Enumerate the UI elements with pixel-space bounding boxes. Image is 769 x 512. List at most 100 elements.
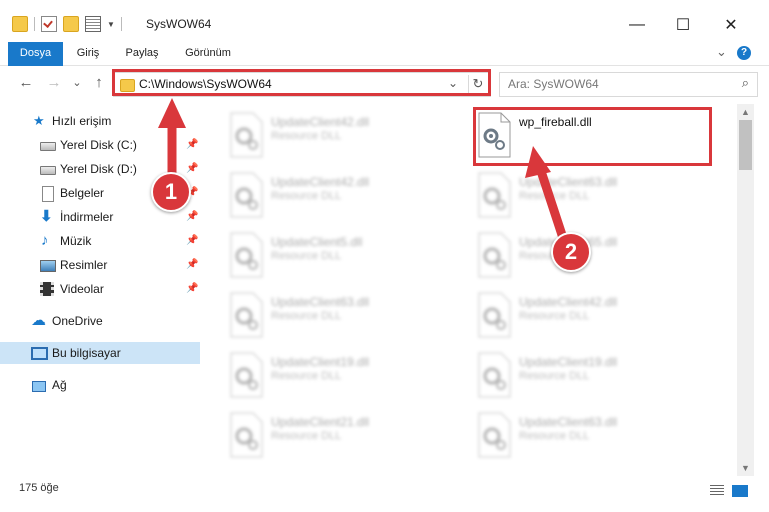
vertical-scrollbar[interactable]: ▲ ▼ xyxy=(737,104,754,476)
minimize-button[interactable]: — xyxy=(614,10,660,40)
scrollbar-thumb[interactable] xyxy=(739,120,752,170)
dll-file-icon xyxy=(478,232,511,278)
item-count: 175 öğe xyxy=(19,482,59,494)
file-type: Resource DLL xyxy=(271,250,342,262)
back-button[interactable]: ← xyxy=(17,74,35,92)
folder-icon[interactable] xyxy=(12,16,28,32)
sidebar-item-label: Hızlı erişim xyxy=(52,114,112,128)
file-name: UpdateClient42.dll xyxy=(271,115,370,129)
dll-file-icon xyxy=(230,172,263,218)
dll-file-icon xyxy=(478,292,511,338)
sidebar-item-label: Ağ xyxy=(52,378,67,392)
properties-checkmark-icon[interactable] xyxy=(41,16,57,32)
file-item[interactable]: UpdateClient42.dll Resource DLL xyxy=(227,170,467,228)
pin-icon[interactable]: 📌 xyxy=(186,163,198,174)
sidebar-item-network[interactable]: Ağ xyxy=(0,374,200,396)
search-icon[interactable]: ⌕ xyxy=(742,75,749,91)
close-button[interactable]: ✕ xyxy=(708,10,754,40)
pin-icon[interactable]: 📌 xyxy=(186,235,198,246)
sidebar-item-videos[interactable]: Videolar 📌 xyxy=(0,278,200,300)
quick-access-toolbar: ▼ xyxy=(12,16,122,32)
file-type: Resource DLL xyxy=(519,190,590,202)
pin-icon[interactable]: 📌 xyxy=(186,139,198,150)
pin-icon[interactable]: 📌 xyxy=(186,259,198,270)
file-item[interactable]: UpdateClient63.dll Resource DLL xyxy=(475,410,715,468)
toolbar-separator xyxy=(120,17,122,31)
downloads-icon: ⬇ xyxy=(40,208,53,225)
file-item[interactable]: UpdateClient5.dll Resource DLL xyxy=(227,230,467,288)
address-highlight-box xyxy=(112,69,491,96)
pin-icon[interactable]: 📌 xyxy=(186,211,198,222)
properties-icon[interactable] xyxy=(85,16,101,32)
sidebar-item-this-pc[interactable]: Bu bilgisayar xyxy=(0,342,200,364)
music-icon: ♪ xyxy=(41,232,49,249)
file-item[interactable]: UpdateClient65.dll Resource DLL xyxy=(475,230,715,288)
scroll-down-icon[interactable]: ▼ xyxy=(737,460,754,476)
help-icon[interactable]: ? xyxy=(737,46,751,60)
dll-file-icon xyxy=(230,232,263,278)
large-icons-view-icon[interactable] xyxy=(732,485,748,497)
file-item[interactable]: UpdateClient19.dll Resource DLL xyxy=(475,350,715,408)
dll-file-icon xyxy=(478,412,511,458)
sidebar-item-quick-access[interactable]: ★ Hızlı erişim xyxy=(0,110,200,132)
star-icon: ★ xyxy=(33,113,45,128)
file-name: UpdateClient42.dll xyxy=(519,295,618,309)
tab-home[interactable]: Giriş xyxy=(66,42,110,65)
sidebar-item-onedrive[interactable]: ☁ OneDrive xyxy=(0,310,200,332)
file-item[interactable]: UpdateClient42.dll Resource DLL xyxy=(227,110,467,168)
sidebar-item-label: Bu bilgisayar xyxy=(52,346,121,360)
pin-icon[interactable]: 📌 xyxy=(186,283,198,294)
file-name: UpdateClient63.dll xyxy=(519,415,618,429)
file-item[interactable]: UpdateClient63.dll Resource DLL xyxy=(475,170,715,228)
search-box[interactable]: Ara: SysWOW64 ⌕ xyxy=(499,72,758,97)
sidebar-item-music[interactable]: ♪ Müzik 📌 xyxy=(0,230,200,252)
sidebar-item-label: Müzik xyxy=(60,234,92,248)
up-button[interactable]: ↑ xyxy=(90,74,108,92)
file-type: Resource DLL xyxy=(271,130,342,142)
sidebar-item-label: Resimler xyxy=(60,258,108,272)
tab-view[interactable]: Görünüm xyxy=(176,42,240,65)
callout-1-badge: 1 xyxy=(151,172,191,212)
file-item[interactable]: UpdateClient42.dll Resource DLL xyxy=(475,290,715,348)
sidebar-item-label: Videolar xyxy=(60,282,104,296)
sidebar-item-label: İndirmeler xyxy=(60,210,114,224)
dll-file-icon xyxy=(230,112,263,158)
network-icon xyxy=(32,381,46,392)
navigation-pane: ★ Hızlı erişim Yerel Disk (C:) 📌 Yerel D… xyxy=(0,104,202,476)
new-folder-icon[interactable] xyxy=(63,16,79,32)
file-item[interactable]: UpdateClient63.dll Resource DLL xyxy=(227,290,467,348)
drive-icon xyxy=(40,166,56,175)
file-name: UpdateClient21.dll xyxy=(271,415,370,429)
maximize-button[interactable]: ☐ xyxy=(660,10,706,40)
videos-icon xyxy=(40,282,54,296)
onedrive-icon: ☁ xyxy=(31,312,46,329)
file-highlight-box xyxy=(473,107,712,166)
file-type: Resource DLL xyxy=(271,430,342,442)
recent-locations-chevron-icon[interactable]: ⌄ xyxy=(68,74,86,92)
dll-file-icon xyxy=(230,412,263,458)
window-title: SysWOW64 xyxy=(146,17,212,31)
scroll-up-icon[interactable]: ▲ xyxy=(737,104,754,120)
callout-2-badge: 2 xyxy=(551,232,591,272)
tab-share[interactable]: Paylaş xyxy=(116,42,168,65)
sidebar-item-label: Yerel Disk (D:) xyxy=(60,162,137,176)
title-bar: ▼ SysWOW64 — ☐ ✕ xyxy=(0,0,769,40)
file-item[interactable]: UpdateClient21.dll Resource DLL xyxy=(227,410,467,468)
file-type: Resource DLL xyxy=(519,370,590,382)
sidebar-item-local-disk-c[interactable]: Yerel Disk (C:) 📌 xyxy=(0,134,200,156)
file-type: Resource DLL xyxy=(271,370,342,382)
toolbar-separator xyxy=(34,17,35,31)
search-input[interactable]: Ara: SysWOW64 xyxy=(508,77,599,91)
file-type: Resource DLL xyxy=(519,310,590,322)
forward-button[interactable]: → xyxy=(45,74,63,92)
customize-toolbar-caret-icon[interactable]: ▼ xyxy=(107,20,115,29)
file-type: Resource DLL xyxy=(519,430,590,442)
sidebar-item-label: Yerel Disk (C:) xyxy=(60,138,137,152)
dll-file-icon xyxy=(230,352,263,398)
file-name: UpdateClient42.dll xyxy=(271,175,370,189)
expand-ribbon-chevron-icon[interactable]: ⌄ xyxy=(716,44,727,60)
file-item[interactable]: UpdateClient19.dll Resource DLL xyxy=(227,350,467,408)
details-view-icon[interactable] xyxy=(710,485,724,495)
sidebar-item-label: OneDrive xyxy=(52,314,103,328)
sidebar-item-pictures[interactable]: Resimler 📌 xyxy=(0,254,200,276)
